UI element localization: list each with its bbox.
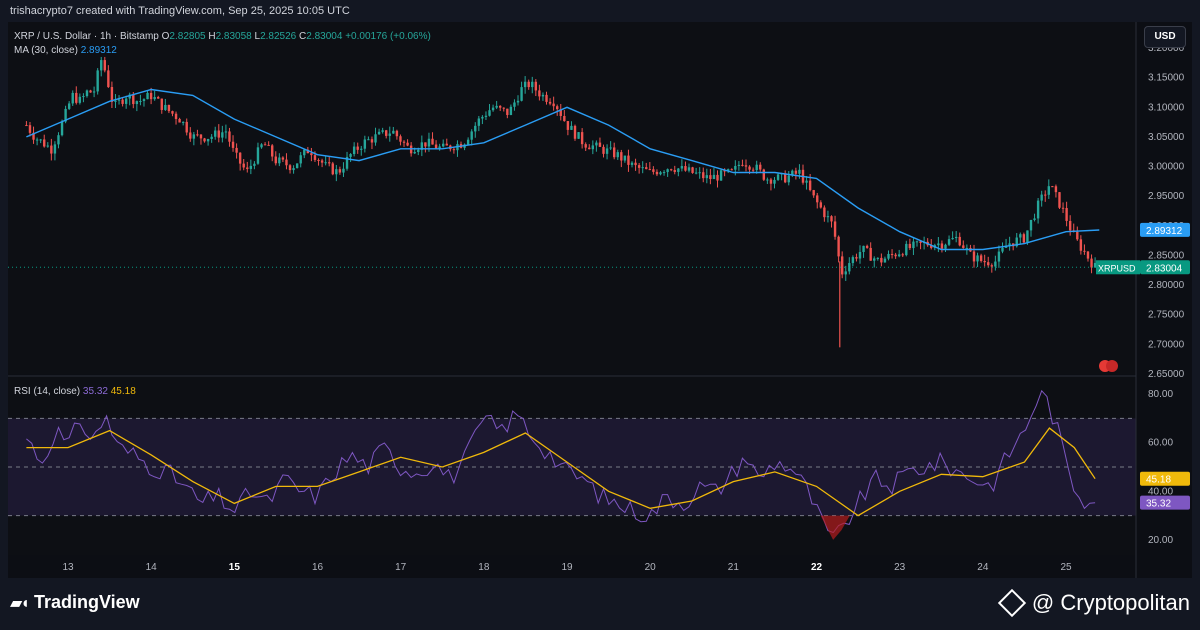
- diamond-icon: [997, 588, 1027, 618]
- tradingview-mark-icon: ▰◖: [10, 594, 30, 612]
- high-value: 2.83058: [215, 31, 252, 42]
- rsi-label: RSI (14, close): [14, 386, 81, 397]
- currency-button[interactable]: USD: [1144, 26, 1186, 48]
- cryptopolitan-logo: @ Cryptopolitan: [997, 588, 1190, 618]
- low-value: 2.82526: [260, 31, 297, 42]
- chart-frame: [8, 22, 1192, 578]
- symbol-legend: XRP / U.S. Dollar · 1h · Bitstamp O2.828…: [14, 31, 431, 42]
- ma-legend: MA (30, close) 2.89312: [14, 45, 117, 56]
- tradingview-logo: ▰◖ TradingView: [10, 592, 140, 613]
- ma-value: 2.89312: [80, 45, 117, 56]
- close-value: 2.83004: [306, 31, 343, 42]
- rsi-value: 35.32: [82, 386, 108, 397]
- author-line: trishacrypto7 created with TradingView.c…: [10, 5, 350, 17]
- cryptopolitan-wordmark: @ Cryptopolitan: [1031, 590, 1190, 615]
- open-value: 2.82805: [169, 31, 206, 42]
- symbol-name: XRP / U.S. Dollar · 1h · Bitstamp: [14, 31, 159, 42]
- ma-label: MA (30, close): [14, 45, 78, 56]
- rsi-legend: RSI (14, close) 35.32 45.18: [14, 386, 136, 397]
- tradingview-wordmark: TradingView: [33, 592, 140, 612]
- change-value: +0.00176 (+0.06%): [345, 31, 431, 42]
- high-label: H: [208, 31, 216, 42]
- rsi-ma-value: 45.18: [110, 386, 136, 397]
